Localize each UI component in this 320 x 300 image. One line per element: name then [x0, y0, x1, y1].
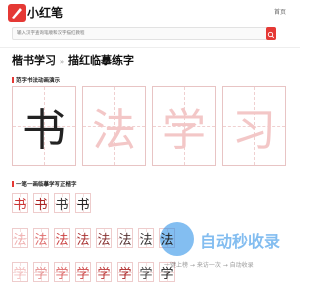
demo-char: 学	[162, 105, 206, 156]
demo-char: 习	[232, 105, 276, 156]
stroke-cell[interactable]: 法	[159, 228, 175, 248]
pen-logo-icon[interactable]	[8, 4, 26, 22]
stroke-cell[interactable]: 法	[54, 228, 70, 248]
search-input[interactable]	[13, 28, 263, 39]
stroke-char: 学	[160, 266, 174, 282]
section-marker	[12, 77, 14, 83]
practice-section-title: 一笔一画临摹学写正楷字	[16, 182, 77, 188]
demo-grid: 书 法 学 习	[12, 86, 288, 166]
stroke-char: 法	[55, 232, 69, 248]
stroke-char: 学	[55, 266, 69, 282]
stroke-cell[interactable]: 学	[12, 262, 28, 282]
demo-char: 法	[92, 105, 136, 156]
stroke-char: 学	[13, 266, 27, 282]
page-title-sub: 描红临摹练字	[67, 54, 134, 67]
stroke-char: 法	[76, 232, 90, 248]
stroke-char: 法	[34, 232, 48, 248]
stroke-cell[interactable]: 学	[54, 262, 70, 282]
site-name[interactable]: 小红笔	[27, 5, 63, 21]
stroke-cell[interactable]: 学	[33, 262, 49, 282]
stroke-cell[interactable]: 书	[75, 193, 91, 213]
stroke-char: 法	[118, 232, 132, 248]
stroke-cell[interactable]: 书	[54, 193, 70, 213]
demo-cell[interactable]: 习	[222, 86, 286, 166]
stroke-cell[interactable]: 法	[117, 228, 133, 248]
stroke-cell[interactable]: 书	[12, 193, 28, 213]
search-button[interactable]	[266, 27, 276, 40]
page-title: 楷书学习 » 描红临摹练字	[12, 52, 134, 68]
stroke-char: 书	[55, 197, 69, 213]
demo-cell[interactable]: 学	[152, 86, 216, 166]
stroke-char: 法	[13, 232, 27, 248]
practice-section-heading: 一笔一画临摹学写正楷字	[12, 180, 77, 188]
stroke-cell[interactable]: 法	[96, 228, 112, 248]
demo-section-heading: 范字书法动画演示	[12, 76, 60, 84]
search-icon	[267, 31, 275, 39]
stroke-char: 学	[76, 266, 90, 282]
stroke-char: 书	[13, 197, 27, 213]
stroke-cell[interactable]: 学	[96, 262, 112, 282]
title-separator: »	[59, 58, 65, 66]
stroke-cell[interactable]: 法	[33, 228, 49, 248]
stroke-cell[interactable]: 法	[138, 228, 154, 248]
demo-char: 书	[22, 105, 66, 156]
stroke-char: 学	[97, 266, 111, 282]
stroke-cell[interactable]: 学	[159, 262, 175, 282]
stroke-char: 书	[76, 197, 90, 213]
watermark-overlay[interactable]: 自动秒收录 一键上榜 → 来访一次 → 自动收录	[160, 222, 290, 272]
stroke-char: 学	[34, 266, 48, 282]
stroke-char: 学	[139, 266, 153, 282]
stroke-char: 书	[34, 197, 48, 213]
stroke-char: 法	[139, 232, 153, 248]
stroke-cell[interactable]: 学	[75, 262, 91, 282]
home-link[interactable]: 首页	[274, 7, 286, 16]
section-marker	[12, 181, 14, 187]
watermark-title: 自动秒收录	[200, 232, 281, 251]
stroke-cell[interactable]: 法	[75, 228, 91, 248]
demo-cell[interactable]: 书	[12, 86, 76, 166]
stroke-char: 学	[118, 266, 132, 282]
stroke-cell[interactable]: 学	[117, 262, 133, 282]
search-box	[12, 27, 276, 40]
demo-section-title: 范字书法动画演示	[16, 78, 61, 84]
stroke-cell[interactable]: 法	[12, 228, 28, 248]
stroke-char: 法	[97, 232, 111, 248]
stroke-char: 法	[160, 232, 174, 248]
stroke-cell[interactable]: 书	[33, 193, 49, 213]
stroke-cell[interactable]: 学	[138, 262, 154, 282]
header-divider	[0, 47, 300, 48]
demo-cell[interactable]: 法	[82, 86, 146, 166]
watermark-subtitle: 一键上榜 → 来访一次 → 自动收录	[164, 262, 254, 269]
page-title-main: 楷书学习	[12, 54, 56, 67]
